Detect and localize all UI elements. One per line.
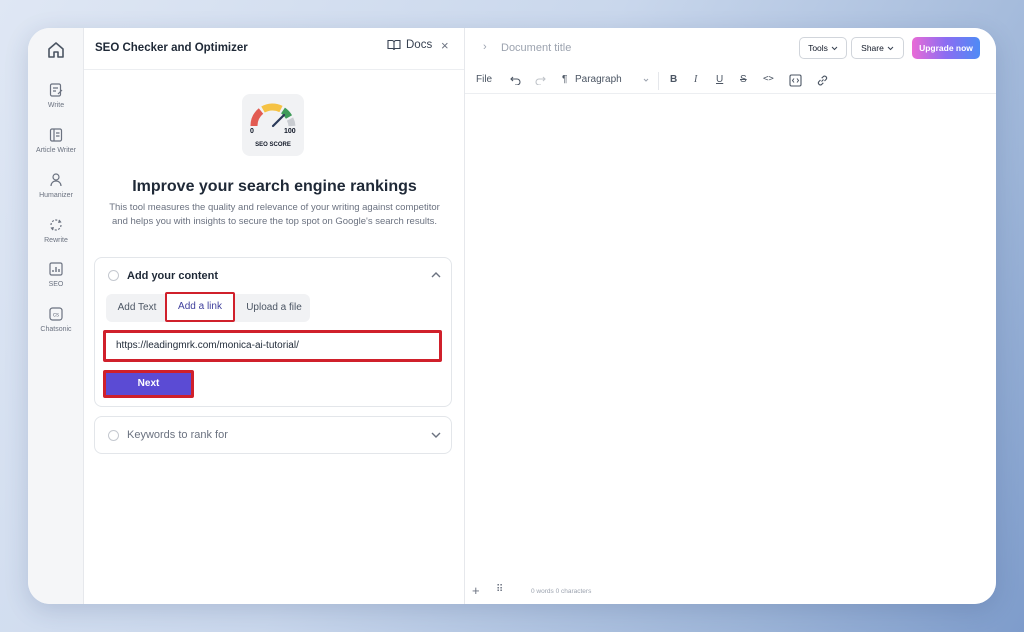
document-title[interactable]: Document title [501, 42, 571, 54]
upgrade-button[interactable]: Upgrade now [912, 37, 980, 59]
rail-item-label: Article Writer [36, 147, 76, 154]
tools-button[interactable]: Tools [799, 37, 847, 59]
rail-item-article-writer[interactable]: Article Writer [28, 127, 84, 154]
close-icon[interactable]: × [441, 38, 449, 53]
chart-icon [49, 262, 63, 276]
step-radio[interactable] [108, 270, 119, 281]
card-title: Keywords to rank for [127, 429, 228, 441]
chevron-down-icon [831, 46, 838, 50]
word-count: 0 words 0 characters [531, 588, 592, 595]
page-title: Improve your search engine rankings [132, 178, 417, 195]
chatsonic-icon: cs [49, 307, 63, 321]
card-title: Add your content [127, 270, 219, 282]
editor-toolbar: File ¶ Paragraph B I U S <> [465, 68, 996, 94]
app-window: Write Article Writer Humanizer Rewrite S… [28, 28, 996, 604]
score-max: 100 [284, 128, 296, 135]
tab-upload-a-file[interactable]: Upload a file [238, 294, 310, 322]
book-icon [387, 39, 401, 51]
chevron-up-icon[interactable] [431, 271, 441, 279]
score-caption: SEO SCORE [255, 142, 291, 148]
editor: › Document title Tools Share Upgrade now… [465, 28, 996, 604]
add-content-card: Add your content Add Text Add a link Upl… [94, 257, 452, 407]
rewrite-icon [50, 219, 62, 231]
docs-button[interactable]: Docs [387, 39, 432, 51]
toolbar-divider [658, 72, 659, 90]
code-icon[interactable]: <> [763, 74, 774, 84]
rail-item-label: Humanizer [39, 192, 73, 199]
chevron-down-icon[interactable] [431, 431, 441, 439]
bold-icon[interactable]: B [670, 74, 677, 85]
panel-header: SEO Checker and Optimizer Docs × [84, 28, 464, 70]
url-input[interactable]: https://leadingmrk.com/monica-ai-tutoria… [103, 330, 442, 362]
docs-label: Docs [406, 39, 433, 51]
score-min: 0 [250, 128, 254, 135]
rail-item-seo[interactable]: SEO [28, 261, 84, 288]
left-rail: Write Article Writer Humanizer Rewrite S… [28, 28, 84, 604]
rail-item-label: SEO [48, 281, 64, 288]
share-button[interactable]: Share [851, 37, 904, 59]
rail-item-rewrite[interactable]: Rewrite [28, 217, 84, 244]
code-block-icon[interactable] [789, 74, 802, 87]
rail-item-chatsonic[interactable]: cs Chatsonic [28, 306, 84, 333]
gauge-icon [250, 103, 296, 128]
paragraph-icon: ¶ [562, 74, 568, 85]
panel-title: SEO Checker and Optimizer [95, 42, 248, 54]
link-icon[interactable] [816, 74, 829, 87]
next-button[interactable]: Next [103, 370, 194, 398]
step-radio[interactable] [108, 430, 119, 441]
rail-item-write[interactable]: Write [28, 82, 84, 109]
article-icon [49, 128, 63, 142]
redo-icon[interactable] [535, 76, 546, 85]
chevron-right-icon[interactable]: › [483, 41, 487, 53]
seo-score-card: 0 100 SEO SCORE [242, 94, 304, 156]
tab-add-text[interactable]: Add Text [106, 294, 168, 322]
content-tabs: Add Text Add a link Upload a file [106, 292, 310, 322]
description: This tool measures the quality and relev… [109, 202, 440, 227]
chevron-down-icon[interactable] [643, 78, 649, 82]
file-menu[interactable]: File [476, 74, 492, 85]
share-label: Share [861, 43, 884, 53]
italic-icon[interactable]: I [694, 74, 697, 85]
tab-add-a-link[interactable]: Add a link [165, 292, 235, 322]
seo-panel: SEO Checker and Optimizer Docs × 0 100 S… [84, 28, 465, 604]
tools-label: Tools [808, 43, 828, 53]
paragraph-select[interactable]: Paragraph [575, 74, 622, 85]
rail-item-humanizer[interactable]: Humanizer [28, 172, 84, 199]
svg-text:cs: cs [53, 313, 59, 319]
rail-item-label: Write [47, 102, 65, 109]
editor-footer: + ⠿ 0 words 0 characters [465, 580, 996, 604]
home-icon[interactable] [45, 39, 67, 61]
add-block-icon[interactable]: + [472, 583, 480, 598]
undo-icon[interactable] [510, 76, 521, 85]
write-icon [49, 83, 63, 97]
drag-handle-icon[interactable]: ⠿ [496, 584, 503, 595]
user-icon [50, 173, 62, 187]
keywords-card[interactable]: Keywords to rank for [94, 416, 452, 454]
editor-header: › Document title Tools Share Upgrade now [465, 28, 996, 68]
strikethrough-icon[interactable]: S [740, 74, 747, 85]
rail-item-label: Chatsonic [40, 326, 72, 333]
chevron-down-icon [887, 46, 894, 50]
underline-icon[interactable]: U [716, 74, 723, 85]
rail-item-label: Rewrite [44, 237, 68, 244]
